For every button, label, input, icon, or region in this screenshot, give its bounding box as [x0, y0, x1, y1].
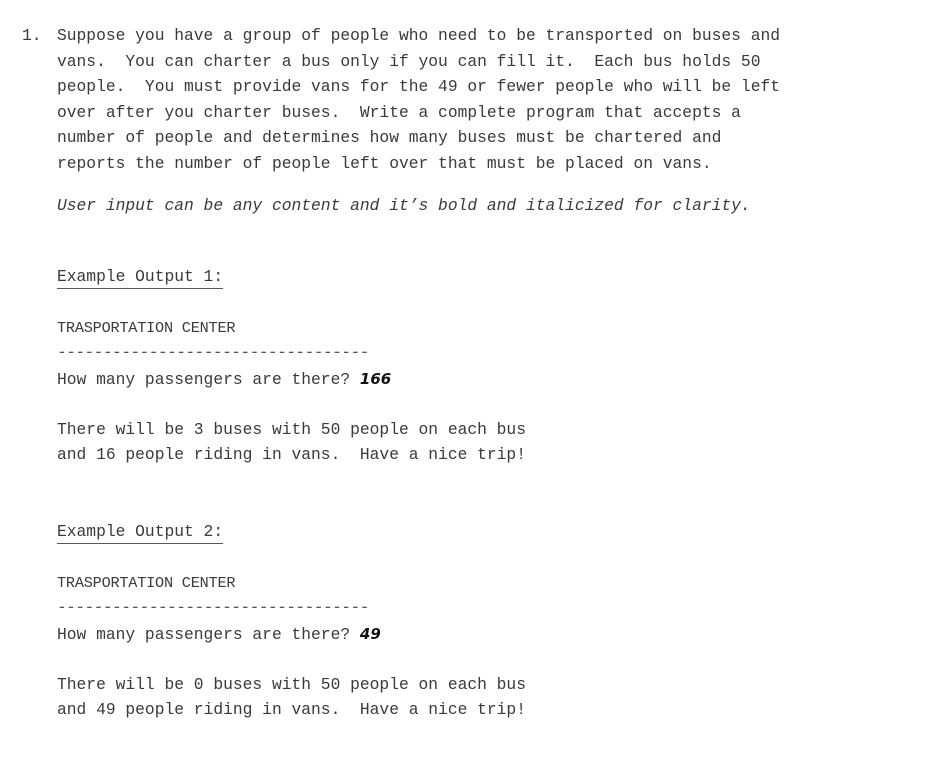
problem-line: people. You must provide vans for the 49… [57, 77, 781, 96]
divider-line: ---------------------------------- [57, 343, 369, 362]
user-input-value: 166 [359, 370, 392, 388]
result-line: and 16 people riding in vans. Have a nic… [57, 445, 526, 464]
problem-line: over after you charter buses. Write a co… [57, 102, 741, 122]
user-input-note: User input can be any content and it’s b… [57, 196, 751, 215]
program-title: TRASPORTATION CENTER [57, 574, 236, 592]
passenger-prompt-row: How many passengers are there? 166 [57, 367, 391, 392]
result-line: There will be 0 buses with 50 people on … [57, 675, 526, 694]
passenger-prompt-row: How many passengers are there? 49 [57, 622, 381, 647]
example-heading: Example Output 2: [57, 521, 224, 544]
example-output-2: Example Output 2: TRASPORTATION CENTER -… [57, 521, 757, 719]
divider-line: ---------------------------------- [57, 598, 369, 617]
problem-line: reports the number of people left over t… [57, 153, 712, 173]
result-line: and 49 people riding in vans. Have a nic… [57, 700, 526, 719]
user-input-value: 49 [359, 625, 381, 643]
example-heading: Example Output 1: [57, 266, 224, 289]
document-page: 1. Suppose you have a group of people wh… [0, 0, 951, 758]
problem-number: 1. [22, 26, 42, 45]
problem-line: vans. You can charter a bus only if you … [57, 51, 761, 71]
prompt-text: How many passengers are there? [57, 370, 360, 389]
problem-line: Suppose you have a group of people who n… [57, 26, 781, 45]
program-title: TRASPORTATION CENTER [57, 319, 236, 337]
problem-line: number of people and determines how many… [57, 128, 722, 147]
prompt-text: How many passengers are there? [57, 625, 360, 644]
result-line: There will be 3 buses with 50 people on … [57, 420, 526, 439]
example-output-1: Example Output 1: TRASPORTATION CENTER -… [57, 266, 757, 464]
problem-statement: Suppose you have a group of people who n… [57, 23, 937, 176]
